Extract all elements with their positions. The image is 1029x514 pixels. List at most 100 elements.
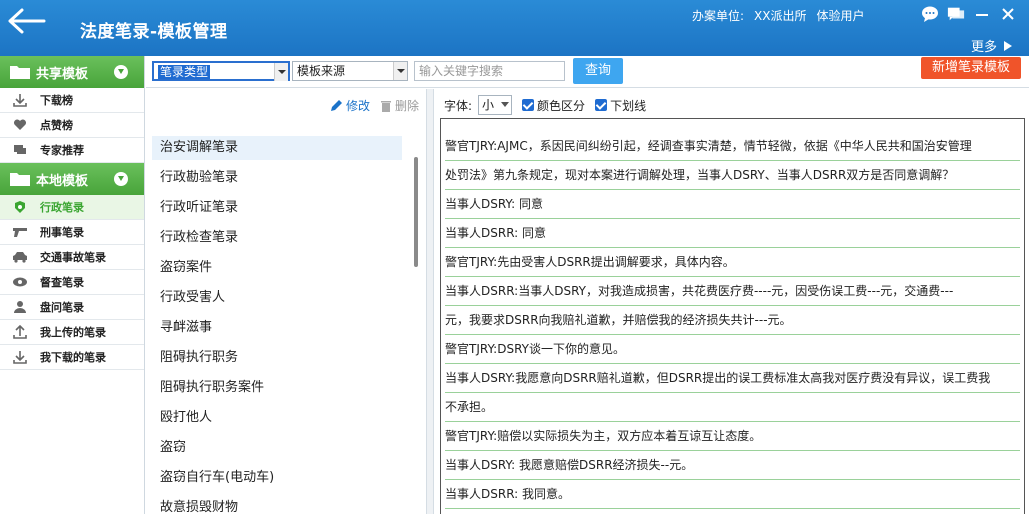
list-item[interactable]: 盗窃自行车(电动车) xyxy=(152,466,402,496)
list-item[interactable]: 故意损毁财物 xyxy=(152,496,402,514)
sidebar-item-label: 交通事故笔录 xyxy=(40,251,106,264)
template-source-select[interactable]: 模板来源 xyxy=(292,61,408,81)
sidebar-item-admin-record[interactable]: 行政笔录 xyxy=(0,195,144,220)
sidebar-item-label: 下载榜 xyxy=(40,94,73,107)
app-title: 法度笔录-模板管理 xyxy=(80,22,228,42)
folder-icon xyxy=(10,173,30,186)
user-name: 体验用户 xyxy=(816,9,865,23)
query-button[interactable]: 查询 xyxy=(573,58,623,84)
list-actions: 修改 删除 xyxy=(330,97,419,114)
search-input[interactable]: 输入关键字搜索 xyxy=(414,61,565,81)
content-line: 当事人DSRY: 我愿意赔偿DSRR经济损失--元。 xyxy=(445,451,1020,480)
badge-icon xyxy=(12,200,28,214)
list-scrollbar[interactable] xyxy=(414,157,418,267)
org-info: 办案单位: XX派出所 体验用户 xyxy=(692,7,875,24)
minimize-icon[interactable] xyxy=(973,5,991,23)
sidebar-item-label: 刑事笔录 xyxy=(40,226,84,239)
shared-templates-header[interactable]: 共享模板 xyxy=(0,56,144,88)
app-header: 法度笔录-模板管理 办案单位: XX派出所 体验用户 更多 xyxy=(0,0,1029,56)
delete-label: 删除 xyxy=(395,99,420,113)
sidebar-item-inspect-record[interactable]: 督查笔录 xyxy=(0,270,144,295)
content-line: 当事人DSRY:我愿意向DSRR赔礼道歉，但DSRR提出的误工费标准太高我对医疗… xyxy=(445,364,1020,393)
sidebar-item-like-rank[interactable]: 点赞榜 xyxy=(0,113,144,138)
checkbox-checked-icon xyxy=(595,99,608,111)
template-list: 治安调解笔录 行政勘验笔录 行政听证笔录 行政检查笔录 盗窃案件 行政受害人 寻… xyxy=(152,136,402,514)
list-item[interactable]: 盗窃案件 xyxy=(152,256,402,286)
gun-icon xyxy=(12,225,28,239)
color-distinguish-checkbox[interactable]: 颜色区分 xyxy=(522,97,585,114)
content-line: 警官TJRY:先由受害人DSRR提出调解要求，具体内容。 xyxy=(445,248,1020,277)
list-item[interactable]: 治安调解笔录 xyxy=(152,136,402,160)
content-line: 当事人DSRR:当事人DSRY，对我造成损害，共花费医疗费----元，因受伤误工… xyxy=(445,277,1020,306)
shared-templates-title: 共享模板 xyxy=(36,66,89,82)
font-size-select[interactable]: 小 xyxy=(478,95,513,115)
underline-checkbox[interactable]: 下划线 xyxy=(595,97,646,114)
sidebar-item-expert[interactable]: 专家推荐 xyxy=(0,138,144,163)
font-label: 字体: xyxy=(444,98,473,113)
list-item[interactable]: 行政检查笔录 xyxy=(152,226,402,256)
sidebar-item-my-uploads[interactable]: 我上传的笔录 xyxy=(0,320,144,345)
sidebar-item-label: 督查笔录 xyxy=(40,276,84,289)
sidebar-item-traffic-record[interactable]: 交通事故笔录 xyxy=(0,245,144,270)
local-templates-header[interactable]: 本地模板 xyxy=(0,163,144,195)
template-content-editor[interactable]: 警官TJRY:AJMC，系因民间纠纷引起，经调查事实清楚，情节轻微，依据《中华人… xyxy=(440,118,1025,514)
more-button[interactable]: 更多 xyxy=(971,36,1013,55)
sidebar-item-my-downloads[interactable]: 我下载的笔录 xyxy=(0,345,144,370)
panel-divider[interactable] xyxy=(426,89,434,514)
font-options: 字体: 小 颜色区分 下划线 xyxy=(444,95,646,115)
chat-bubbles-icon[interactable] xyxy=(947,5,965,23)
content-line: 当事人DSRR: 同意 xyxy=(445,219,1020,248)
back-arrow-icon[interactable] xyxy=(6,6,46,36)
chevron-down-icon[interactable] xyxy=(274,63,288,81)
download-icon xyxy=(12,93,28,107)
close-icon[interactable] xyxy=(999,5,1017,23)
trash-icon xyxy=(381,101,392,112)
sidebar-item-question-record[interactable]: 盘问笔录 xyxy=(0,295,144,320)
list-item[interactable]: 行政听证笔录 xyxy=(152,196,402,226)
list-item[interactable]: 阻碍执行职务案件 xyxy=(152,376,402,406)
org-name: XX派出所 xyxy=(754,9,807,23)
play-right-icon xyxy=(1004,40,1013,51)
sidebar-item-label: 盘问笔录 xyxy=(40,301,84,314)
message-icon[interactable] xyxy=(921,5,939,23)
folder-icon xyxy=(10,66,30,79)
sidebar-item-label: 我下载的笔录 xyxy=(40,351,106,364)
chevron-down-icon[interactable] xyxy=(393,62,407,80)
content-line: 警官TJRY:DSRY谈一下你的意见。 xyxy=(445,335,1020,364)
list-item[interactable]: 寻衅滋事 xyxy=(152,316,402,346)
record-type-value: 笔录类型 xyxy=(158,65,211,79)
chat-icon xyxy=(12,143,28,157)
content-line: 当事人DSRR: 我同意。 xyxy=(445,480,1020,509)
list-item[interactable]: 行政受害人 xyxy=(152,286,402,316)
download-icon xyxy=(12,350,28,364)
content-line: 当事人DSRY: 同意 xyxy=(445,190,1020,219)
template-list-panel: 修改 删除 治安调解笔录 行政勘验笔录 行政听证笔录 行政检查笔录 盗窃案件 行… xyxy=(146,89,426,514)
sidebar-item-download-rank[interactable]: 下载榜 xyxy=(0,88,144,113)
person-icon xyxy=(12,300,28,314)
chevron-down-icon xyxy=(501,102,510,107)
toolbar: 笔录类型 模板来源 输入关键字搜索 查询 新增笔录模板 xyxy=(146,56,1029,88)
chevron-down-icon[interactable] xyxy=(114,172,128,186)
record-type-select[interactable]: 笔录类型 xyxy=(152,61,290,81)
new-template-button[interactable]: 新增笔录模板 xyxy=(921,57,1021,79)
list-item[interactable]: 殴打他人 xyxy=(152,406,402,436)
delete-button[interactable]: 删除 xyxy=(380,97,419,114)
header-icons xyxy=(921,5,1017,23)
chevron-down-icon[interactable] xyxy=(114,65,128,79)
sidebar: 共享模板 下载榜 点赞榜 专家推荐 本地模板 行政笔录 刑事笔录 交通事故笔录 … xyxy=(0,56,145,514)
list-item[interactable]: 行政勘验笔录 xyxy=(152,166,402,196)
sidebar-item-label: 我上传的笔录 xyxy=(40,326,106,339)
pencil-icon xyxy=(331,100,342,111)
edit-button[interactable]: 修改 xyxy=(330,97,370,114)
car-icon xyxy=(12,250,28,264)
content-line xyxy=(445,509,1020,514)
local-templates-title: 本地模板 xyxy=(36,173,89,189)
content-line: 处罚法》第九条规定，现对本案进行调解处理，当事人DSRY、当事人DSRR双方是否… xyxy=(445,161,1020,190)
sidebar-item-label: 行政笔录 xyxy=(40,201,84,214)
list-item[interactable]: 阻碍执行职务 xyxy=(152,346,402,376)
list-item[interactable]: 盗窃 xyxy=(152,436,402,466)
color-distinguish-label: 颜色区分 xyxy=(537,98,586,113)
content-line: 不承担。 xyxy=(445,393,1020,422)
edit-label: 修改 xyxy=(346,99,371,113)
sidebar-item-criminal-record[interactable]: 刑事笔录 xyxy=(0,220,144,245)
